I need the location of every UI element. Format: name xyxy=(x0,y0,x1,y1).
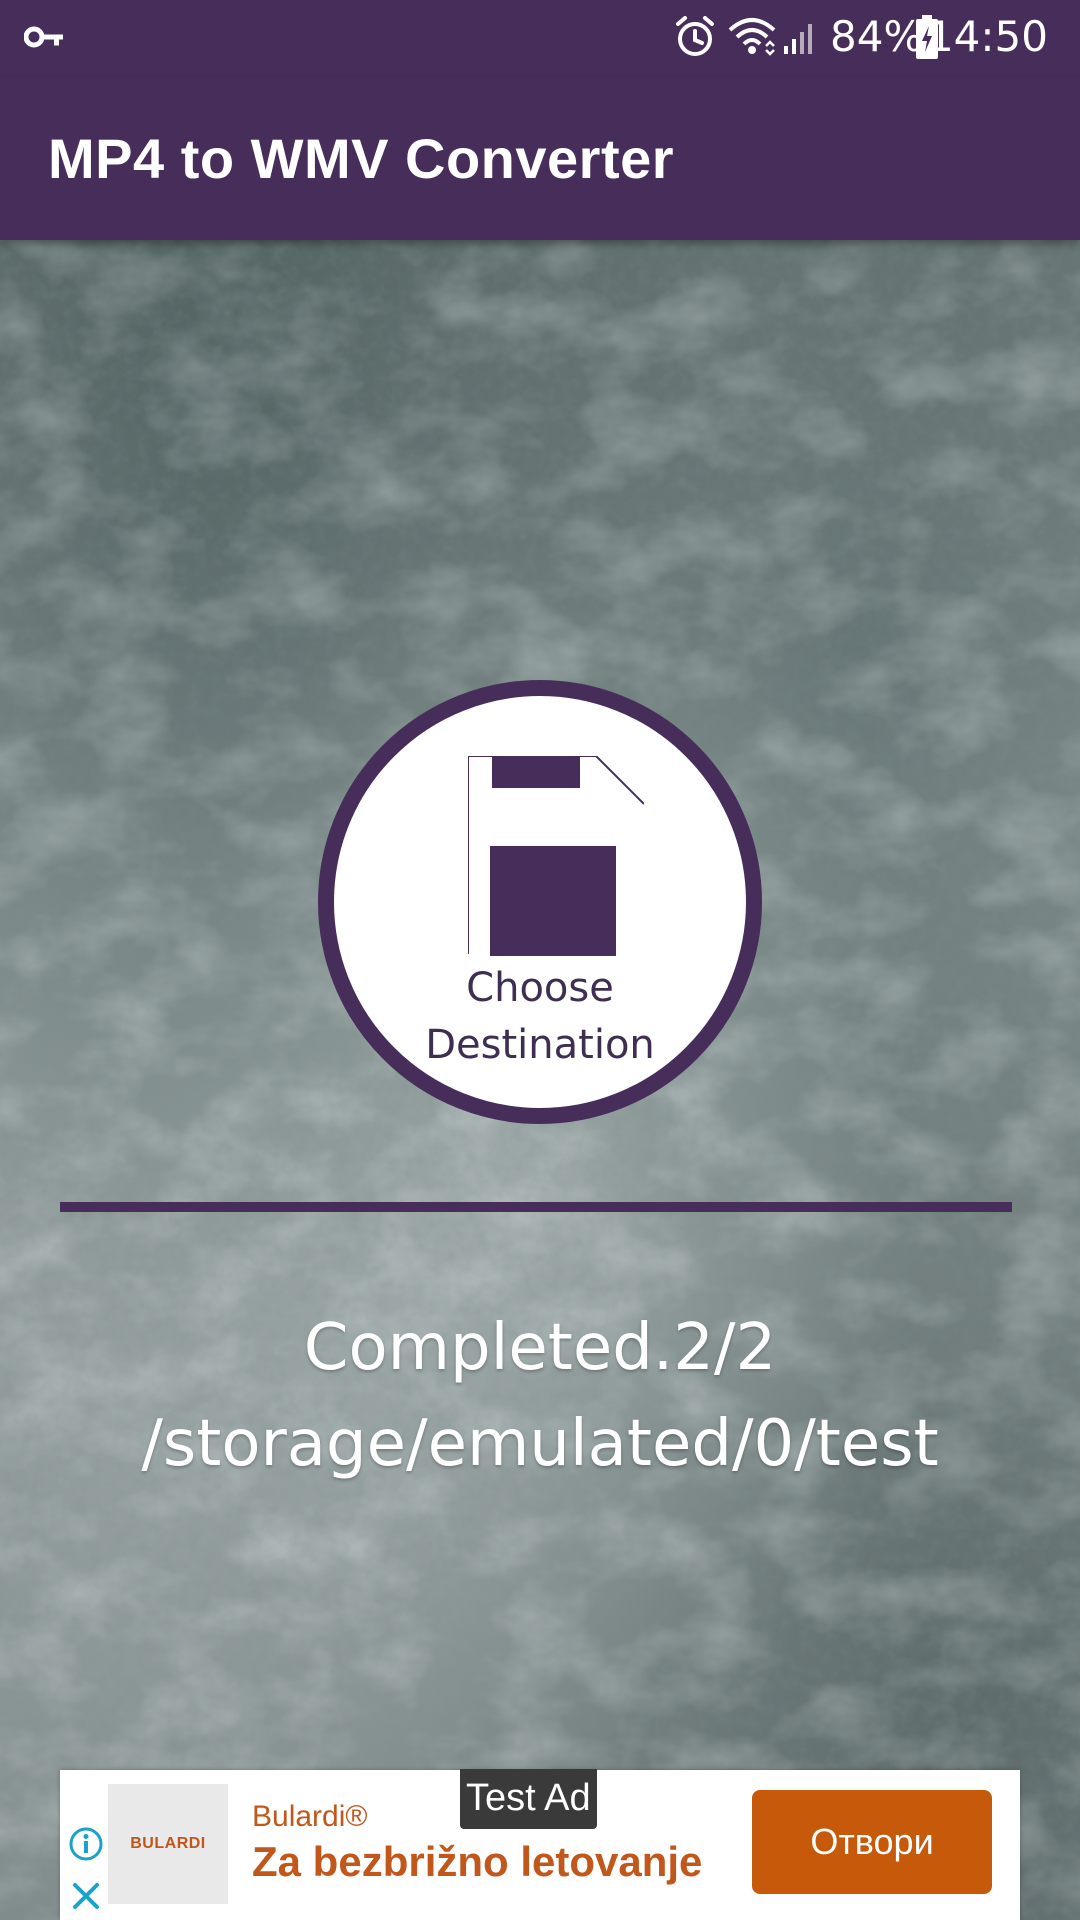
status-completed: Completed.2/2 xyxy=(303,1311,777,1385)
ad-headline[interactable]: Za bezbrižno letovanje xyxy=(252,1838,702,1886)
close-icon[interactable] xyxy=(70,1880,102,1912)
save-icon xyxy=(468,756,644,956)
alarm-icon xyxy=(676,16,714,56)
vpn-key-icon xyxy=(24,26,63,48)
signal-icon xyxy=(784,24,812,54)
choose-label-line1: Choose xyxy=(466,965,614,1011)
status-output-path: /storage/emulated/0/test xyxy=(141,1407,939,1481)
ad-advertiser[interactable]: Bulardi® xyxy=(252,1800,368,1834)
main-content: Choose Destination Completed.2/2 /storag… xyxy=(0,240,1080,1920)
ad-logo[interactable]: BULARDI xyxy=(108,1784,228,1904)
ad-banner[interactable]: BULARDI Bulardi® Za bezbrižno letovanje … xyxy=(60,1769,1020,1920)
ad-logo-text: BULARDI xyxy=(130,1835,206,1852)
battery-percent: 84% xyxy=(830,12,924,61)
ad-open-label: Отвори xyxy=(810,1821,934,1862)
app-bar: MP4 to WMV Converter xyxy=(0,78,1080,240)
divider xyxy=(60,1202,1012,1212)
ad-open-button[interactable]: Отвори xyxy=(752,1790,992,1894)
choose-label-line2: Destination xyxy=(425,1022,655,1068)
wifi-icon xyxy=(728,18,776,56)
info-icon[interactable] xyxy=(68,1826,104,1862)
choose-destination-button[interactable]: Choose Destination xyxy=(318,680,762,1124)
status-bar: 84% 14:50 xyxy=(0,0,1080,78)
test-ad-label: Test Ad xyxy=(460,1769,597,1829)
choose-destination-label: Choose Destination xyxy=(334,960,746,1074)
conversion-status: Completed.2/2 /storage/emulated/0/test xyxy=(0,1300,1080,1492)
app-title: MP4 to WMV Converter xyxy=(48,127,675,190)
clock: 14:50 xyxy=(926,12,1048,61)
